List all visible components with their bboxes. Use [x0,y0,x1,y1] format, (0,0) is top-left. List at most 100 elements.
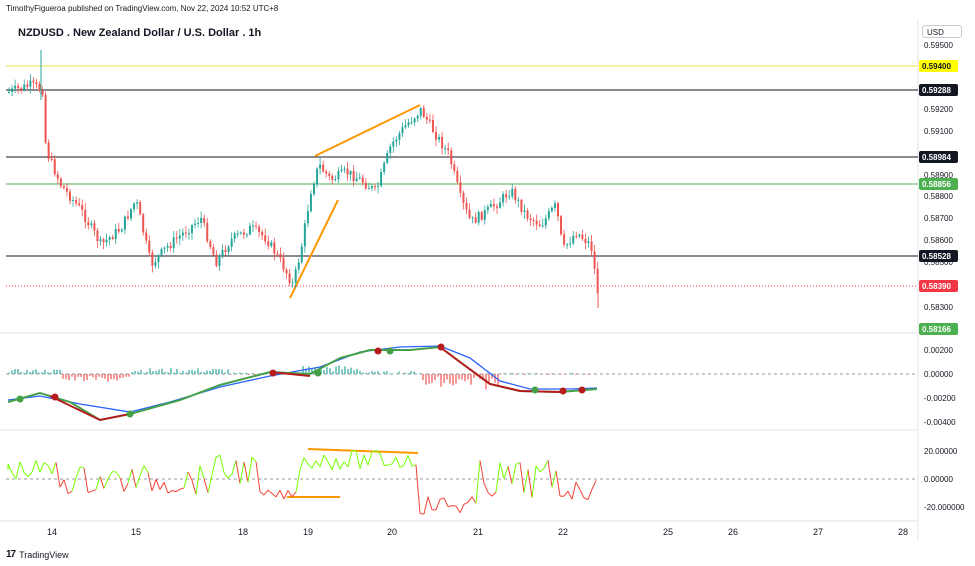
macd-histogram-bar [584,374,586,375]
oscillator-segment [271,493,277,498]
candle-body [56,174,59,179]
price-axis: 0.595000.593000.592000.591000.589000.588… [924,41,965,512]
candle-body [72,200,75,202]
candle-body [395,139,398,142]
oscillator-segment [139,465,145,476]
oscillator-segment [443,497,449,507]
oscillator-segment [563,490,569,497]
price-tag-label: 0.58528 [922,252,951,261]
candle-body [50,158,53,160]
oscillator-segment [95,476,101,490]
candle-body [32,80,35,83]
macd-cross-dot [559,387,567,395]
oscillator-segment [91,489,97,492]
oscillator-segment [215,454,221,458]
oscillator-segment [183,471,189,489]
oscillator-segment [15,461,21,479]
candle-body [535,220,538,225]
candle-body [505,194,508,198]
candle-body [169,246,172,249]
candle-body [447,148,450,151]
chart-canvas[interactable]: 0.595000.593000.592000.591000.589000.588… [0,0,975,566]
oscillator-segment [307,464,313,469]
candle-body [346,168,349,175]
macd-histogram-bar [143,372,145,374]
oscillator-segment [103,478,109,489]
oscillator-segment [59,479,65,488]
oscillator-segment [391,456,397,465]
candle-body [264,235,267,242]
time-label: 20 [387,527,397,537]
candle-body [154,262,157,266]
candle-body [120,229,123,232]
oscillator-segment [135,475,141,488]
candle-body [529,218,532,221]
candle-body [38,84,41,91]
oscillator-segment [71,477,77,492]
oscillator-segment [587,489,593,500]
macd-histogram-bar [134,371,136,374]
oscillator-segment [163,481,169,494]
macd-tick: 0.00000 [924,370,953,379]
horizontal-levels [6,65,918,480]
macd-histogram-bar [68,374,70,381]
candle-body [526,210,529,219]
candle-body [547,211,550,219]
oscillator-segment [523,469,529,493]
macd-histogram-bar [440,374,442,387]
candle-body [26,84,29,87]
candle-body [541,225,544,227]
candle-body [325,171,328,174]
macd-histogram-bar [329,368,331,374]
oscillator-segment [579,489,585,499]
macd-histogram-bar [434,374,436,380]
candle-body [486,206,489,211]
macd-histogram-bar [587,374,589,375]
macd-histogram-bar [194,370,196,374]
macd-tick: 0.00200 [924,346,953,355]
candle-body [221,249,224,256]
candle-body [273,242,276,254]
oscillator-segment [419,512,425,515]
oscillator-segment [379,453,385,466]
candle-body [474,217,477,223]
oscillator-segment [179,487,185,490]
macd-histogram-bar [239,372,241,374]
macd-histogram-bar [215,369,217,374]
candle-body [453,164,456,171]
oscillator-segment [463,501,469,505]
macd-histogram-bar [170,368,172,374]
macd-histogram-bar [362,372,364,374]
price-tick: 0.58300 [924,303,953,312]
candle-body [471,217,474,219]
time-label: 28 [898,527,908,537]
candle-body [309,193,312,212]
oscillator-tick: -20.000000 [924,503,965,512]
time-label: 14 [47,527,57,537]
macd-histogram-bar [38,372,40,374]
macd-histogram-bar [575,374,577,375]
oscillator-segment [363,454,369,466]
candle-body [294,269,297,283]
oscillator-segment [427,496,433,511]
macd-histogram-bar [23,372,25,374]
candle-body [139,202,142,215]
candle-body [114,229,117,240]
macd-histogram-bar [89,374,91,377]
candle-body [377,185,380,187]
candle-body [386,153,389,163]
oscillator-segment [99,476,105,489]
macd-histogram-bar [536,373,538,374]
candle-body [392,141,395,147]
macd-histogram-bar [218,369,220,374]
oscillator-segment [291,491,297,498]
time-label: 26 [728,527,738,537]
oscillator-segment [339,461,345,470]
oscillator-segment [515,462,521,465]
candle-body [459,182,462,193]
candle-body [352,171,355,182]
macd-histogram-bar [26,369,28,374]
macd-histogram-bar [113,374,115,380]
oscillator-segment [387,463,393,466]
candle-body [322,164,325,172]
